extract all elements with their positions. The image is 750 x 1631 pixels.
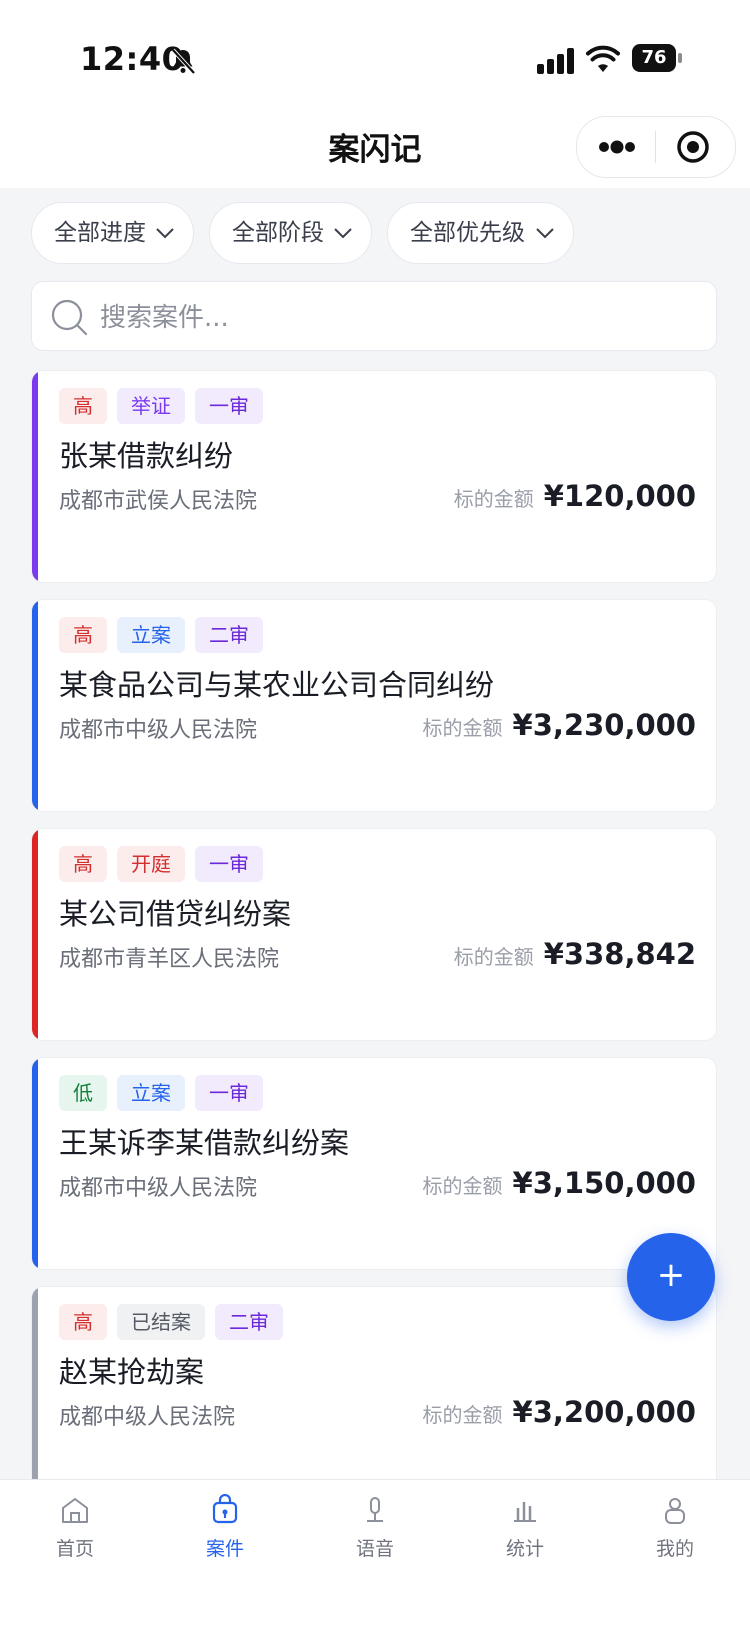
case-card[interactable]: 高 已结案 二审 赵某抢劫案 成都中级人民法院 标的金额 ¥3,200,000 bbox=[31, 1286, 717, 1499]
filter-priority[interactable]: 全部优先级 bbox=[387, 202, 574, 264]
amount-value: ¥338,842 bbox=[543, 937, 696, 971]
progress-tag: 已结案 bbox=[117, 1304, 205, 1340]
case-amount: 标的金额 ¥3,150,000 bbox=[423, 1166, 696, 1200]
card-accent-bar bbox=[32, 1058, 38, 1269]
tab-home[interactable]: 首页 bbox=[25, 1494, 125, 1574]
amount-label: 标的金额 bbox=[422, 1403, 503, 1427]
filter-progress-label: 全部进度 bbox=[54, 220, 146, 246]
case-tags: 高 举证 一审 bbox=[59, 388, 263, 424]
wifi-icon bbox=[586, 45, 620, 72]
cellular-signal-icon bbox=[537, 48, 574, 74]
chevron-down-icon bbox=[156, 228, 174, 239]
amount-label: 标的金额 bbox=[453, 945, 534, 969]
case-amount: 标的金额 ¥338,842 bbox=[454, 937, 696, 971]
case-court: 成都市武侯人民法院 bbox=[59, 489, 258, 514]
more-icon[interactable] bbox=[577, 117, 655, 177]
priority-tag: 高 bbox=[59, 846, 107, 882]
amount-label: 标的金额 bbox=[453, 487, 534, 511]
amount-value: ¥120,000 bbox=[543, 479, 696, 513]
filter-stage-label: 全部阶段 bbox=[232, 220, 324, 246]
amount-label: 标的金额 bbox=[422, 1174, 503, 1198]
tab-mine-label: 我的 bbox=[655, 1538, 694, 1560]
bell-muted-icon bbox=[171, 48, 196, 75]
battery-level: 76 bbox=[632, 44, 676, 72]
add-case-button[interactable]: + bbox=[627, 1233, 715, 1321]
amount-value: ¥3,150,000 bbox=[512, 1166, 696, 1200]
case-court: 成都市中级人民法院 bbox=[59, 1176, 258, 1201]
priority-tag: 高 bbox=[59, 388, 107, 424]
case-title: 某食品公司与某农业公司合同纠纷 bbox=[59, 668, 495, 702]
bar-chart-icon bbox=[514, 1502, 536, 1522]
chevron-down-icon bbox=[334, 228, 352, 239]
user-icon bbox=[665, 1498, 685, 1524]
case-card[interactable]: 高 立案 二审 某食品公司与某农业公司合同纠纷 成都市中级人民法院 标的金额 ¥… bbox=[31, 599, 717, 812]
case-title: 张某借款纠纷 bbox=[59, 439, 234, 473]
tab-stats-label: 统计 bbox=[505, 1538, 544, 1560]
search-box bbox=[31, 281, 717, 351]
stage-tag: 二审 bbox=[195, 617, 263, 653]
case-court: 成都市青羊区人民法院 bbox=[59, 947, 280, 972]
chevron-down-icon bbox=[536, 228, 554, 239]
search-input[interactable] bbox=[98, 292, 682, 344]
filter-progress[interactable]: 全部进度 bbox=[31, 202, 194, 264]
battery-icon: 76 bbox=[632, 44, 684, 72]
case-tags: 低 立案 一审 bbox=[59, 1075, 263, 1111]
tab-mine[interactable]: 我的 bbox=[625, 1494, 725, 1574]
stage-tag: 二审 bbox=[215, 1304, 283, 1340]
case-amount: 标的金额 ¥3,230,000 bbox=[423, 708, 696, 742]
card-accent-bar bbox=[32, 371, 38, 582]
miniprogram-capsule bbox=[576, 116, 736, 178]
case-court: 成都市中级人民法院 bbox=[59, 718, 258, 743]
filter-stage[interactable]: 全部阶段 bbox=[209, 202, 372, 264]
case-card[interactable]: 高 开庭 一审 某公司借贷纠纷案 成都市青羊区人民法院 标的金额 ¥338,84… bbox=[31, 828, 717, 1041]
case-card[interactable]: 低 立案 一审 王某诉李某借款纠纷案 成都市中级人民法院 标的金额 ¥3,150… bbox=[31, 1057, 717, 1270]
progress-tag: 开庭 bbox=[117, 846, 185, 882]
case-tags: 高 开庭 一审 bbox=[59, 846, 263, 882]
search-icon bbox=[51, 299, 88, 336]
priority-tag: 低 bbox=[59, 1075, 107, 1111]
case-title: 赵某抢劫案 bbox=[59, 1355, 205, 1389]
case-tags: 高 已结案 二审 bbox=[59, 1304, 283, 1340]
tab-bar: 首页 案件 语音 统计 我的 bbox=[0, 1479, 750, 1631]
tab-cases-label: 案件 bbox=[205, 1538, 244, 1560]
tab-voice-label: 语音 bbox=[355, 1538, 394, 1560]
case-title: 某公司借贷纠纷案 bbox=[59, 897, 292, 931]
stage-tag: 一审 bbox=[195, 1075, 263, 1111]
progress-tag: 立案 bbox=[117, 1075, 185, 1111]
priority-tag: 高 bbox=[59, 1304, 107, 1340]
case-title: 王某诉李某借款纠纷案 bbox=[59, 1126, 350, 1160]
stage-tag: 一审 bbox=[195, 388, 263, 424]
tab-home-label: 首页 bbox=[55, 1538, 94, 1560]
top-bar: 12:40 76 案闪记 bbox=[0, 0, 750, 188]
card-accent-bar bbox=[32, 1287, 38, 1498]
priority-tag: 高 bbox=[59, 617, 107, 653]
amount-label: 标的金额 bbox=[422, 716, 503, 740]
case-card[interactable]: 高 举证 一审 张某借款纠纷 成都市武侯人民法院 标的金额 ¥120,000 bbox=[31, 370, 717, 583]
amount-value: ¥3,200,000 bbox=[512, 1395, 696, 1429]
close-miniprogram-icon[interactable] bbox=[656, 117, 734, 177]
case-amount: 标的金额 ¥120,000 bbox=[454, 479, 696, 513]
card-accent-bar bbox=[32, 829, 38, 1040]
stage-tag: 一审 bbox=[195, 846, 263, 882]
tab-cases[interactable]: 案件 bbox=[175, 1494, 275, 1574]
amount-value: ¥3,230,000 bbox=[512, 708, 696, 742]
progress-tag: 立案 bbox=[117, 617, 185, 653]
filter-priority-label: 全部优先级 bbox=[410, 220, 525, 246]
microphone-icon bbox=[367, 1497, 383, 1522]
progress-tag: 举证 bbox=[117, 388, 185, 424]
case-amount: 标的金额 ¥3,200,000 bbox=[423, 1395, 696, 1429]
home-icon bbox=[62, 1498, 88, 1523]
case-tags: 高 立案 二审 bbox=[59, 617, 263, 653]
tab-voice[interactable]: 语音 bbox=[325, 1494, 425, 1574]
card-accent-bar bbox=[32, 600, 38, 811]
case-court: 成都中级人民法院 bbox=[59, 1405, 236, 1430]
tab-stats[interactable]: 统计 bbox=[475, 1494, 575, 1574]
briefcase-icon bbox=[212, 1494, 238, 1524]
